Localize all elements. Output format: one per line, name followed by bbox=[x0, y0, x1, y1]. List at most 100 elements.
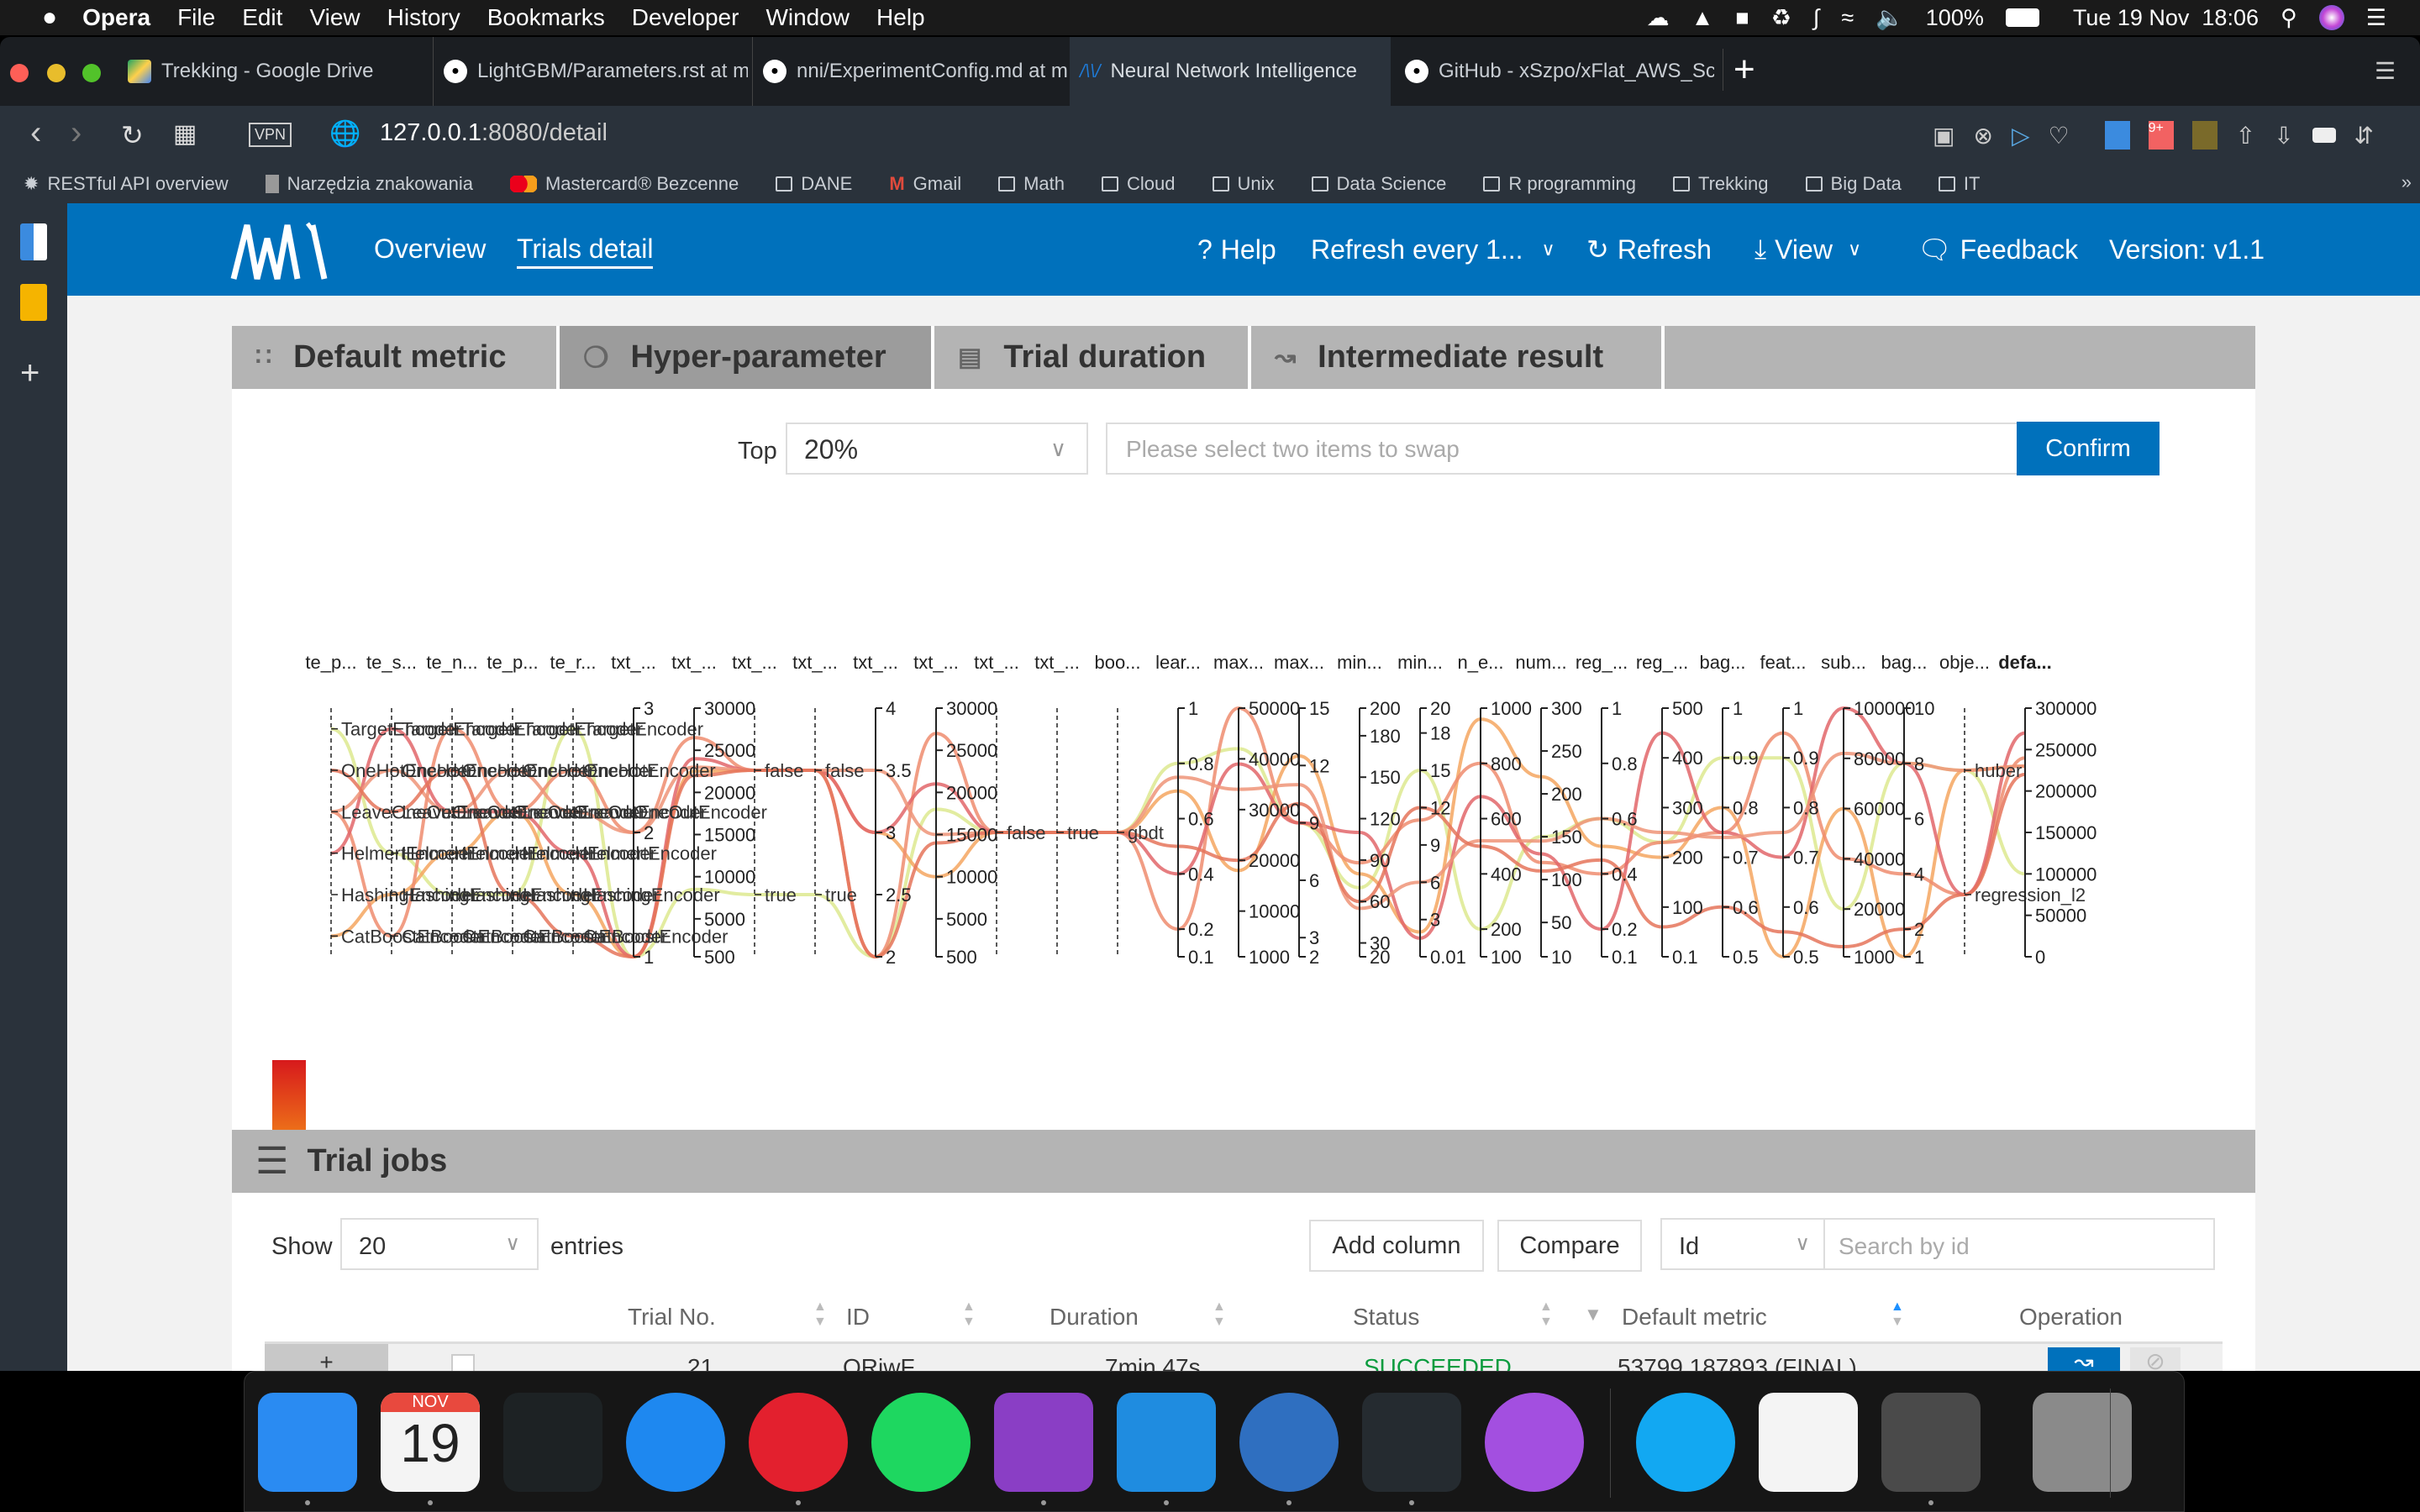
bookmark-folder[interactable]: Trekking bbox=[1672, 173, 1769, 195]
column-default-metric[interactable]: Default metric bbox=[1622, 1304, 1767, 1331]
siri-icon[interactable] bbox=[2318, 5, 2344, 30]
nordvpn-icon[interactable] bbox=[1239, 1393, 1339, 1492]
swap-items-input[interactable]: Please select two items to swap bbox=[1106, 423, 2022, 475]
snapshot-icon[interactable]: ▣ bbox=[1933, 122, 1954, 150]
bookmark[interactable]: ✹ RESTful API overview bbox=[24, 173, 229, 195]
docker-status-icon[interactable]: ■ bbox=[1735, 5, 1749, 31]
sort-icon[interactable]: ▲ ▼ bbox=[962, 1299, 976, 1330]
bookmark[interactable]: Narzędzia znakowania bbox=[265, 173, 473, 195]
nav-trials-detail[interactable]: Trials detail bbox=[517, 234, 654, 269]
adblock-icon[interactable]: ⊗ bbox=[1973, 122, 1992, 150]
bookmark-folder[interactable]: Math bbox=[998, 173, 1065, 195]
search-field-select[interactable]: Id ∨ bbox=[1660, 1218, 1825, 1270]
cloud-icon[interactable]: ☁ bbox=[1647, 5, 1670, 31]
translate-extension-icon[interactable] bbox=[2104, 121, 2130, 150]
menu-developer[interactable]: Developer bbox=[632, 4, 739, 31]
row-checkbox[interactable] bbox=[451, 1354, 475, 1371]
reload-button[interactable]: ↻ bbox=[121, 119, 144, 151]
feedback-link[interactable]: 🗨 Feedback bbox=[1918, 203, 2078, 296]
tab-intermediate-result[interactable]: ↝ Intermediate result bbox=[1251, 326, 1661, 389]
nav-overview[interactable]: Overview bbox=[374, 234, 486, 265]
apple-icon[interactable]: ● bbox=[42, 3, 57, 32]
bookmark-folder[interactable]: Data Science bbox=[1311, 173, 1446, 195]
bluetooth-icon[interactable]: ∫ bbox=[1813, 5, 1819, 31]
bookmark-folder[interactable]: R programming bbox=[1483, 173, 1636, 195]
add-sidebar-button[interactable]: + bbox=[20, 354, 39, 392]
new-tab-button[interactable]: + bbox=[1723, 49, 1755, 91]
badge-extension-icon[interactable]: 9+ bbox=[2148, 121, 2174, 150]
bookmark-folder[interactable]: DANE bbox=[776, 173, 852, 195]
bookmark-folder[interactable]: Big Data bbox=[1805, 173, 1902, 195]
url-field[interactable]: 127.0.0.1:8080/detail bbox=[380, 119, 608, 147]
calendar-icon[interactable]: NOV 19 bbox=[381, 1393, 480, 1492]
textedit-icon[interactable] bbox=[1759, 1393, 1858, 1492]
trash-icon[interactable] bbox=[2033, 1393, 2132, 1492]
view-dropdown[interactable]: ⤓ View ∨ bbox=[1754, 203, 1861, 296]
maximize-window-button[interactable] bbox=[82, 64, 101, 82]
browser-tab[interactable]: ● GitHub - xSzpo/xFlat_AWS_Sc bbox=[1395, 37, 1714, 106]
sync-icon[interactable]: ♻ bbox=[1771, 5, 1791, 31]
keep-sidebar-icon[interactable] bbox=[20, 284, 47, 321]
activity-monitor-icon[interactable] bbox=[503, 1393, 602, 1492]
browser-tab-active[interactable]: /\\/ Neural Network Intelligence bbox=[1070, 37, 1391, 106]
menu-edit[interactable]: Edit bbox=[242, 4, 282, 31]
safari-icon[interactable] bbox=[626, 1393, 725, 1492]
browser-tab[interactable]: ● nni/ExperimentConfig.md at m bbox=[752, 37, 1067, 106]
minimize-window-button[interactable] bbox=[47, 64, 66, 82]
easy-setup-icon[interactable]: ⇵ bbox=[2354, 122, 2374, 150]
onenote-icon[interactable] bbox=[994, 1393, 1093, 1492]
share-icon[interactable]: ⇧ bbox=[2236, 122, 2255, 150]
bookmark-folder[interactable]: Unix bbox=[1212, 173, 1275, 195]
battery-saver-icon[interactable] bbox=[2312, 128, 2336, 143]
podcasts-icon[interactable] bbox=[1485, 1393, 1584, 1492]
vscode-icon[interactable] bbox=[1117, 1393, 1216, 1492]
tab-menu-icon[interactable]: ☰ bbox=[2375, 57, 2396, 85]
refresh-interval-dropdown[interactable]: Refresh every 1... ∨ bbox=[1311, 203, 1555, 296]
forward-button[interactable]: › bbox=[71, 114, 82, 152]
search-input[interactable]: Search by id bbox=[1823, 1218, 2215, 1270]
battery-icon[interactable] bbox=[2005, 8, 2039, 27]
finder-icon[interactable] bbox=[258, 1393, 357, 1492]
menu-app-name[interactable]: Opera bbox=[82, 4, 150, 31]
column-duration[interactable]: Duration bbox=[1050, 1304, 1139, 1331]
menu-history[interactable]: History bbox=[387, 4, 460, 31]
flow-icon[interactable]: ▷ bbox=[2012, 122, 2030, 150]
column-id[interactable]: ID bbox=[846, 1304, 870, 1331]
sort-icon[interactable]: ▲ ▼ bbox=[813, 1299, 827, 1330]
clock[interactable]: Tue 19 Nov 18:06 bbox=[2073, 5, 2259, 31]
bookmark-folder[interactable]: Cloud bbox=[1102, 173, 1176, 195]
wifi-icon[interactable]: ≈ bbox=[1841, 5, 1854, 31]
table-row[interactable]: + 21 QRiwF 7min 47s SUCCEEDED 53799.1878… bbox=[265, 1344, 2223, 1371]
menu-window[interactable]: Window bbox=[765, 4, 850, 31]
download-icon[interactable]: ⇩ bbox=[2274, 122, 2293, 150]
battery-percent[interactable]: 100% bbox=[1926, 5, 1984, 31]
menu-file[interactable]: File bbox=[177, 4, 215, 31]
tab-hyper-parameter[interactable]: ❍ Hyper-parameter bbox=[560, 326, 931, 389]
volume-icon[interactable]: 🔈 bbox=[1876, 4, 1904, 31]
column-trial-no[interactable]: Trial No. bbox=[628, 1304, 716, 1331]
nordvpn-status-icon[interactable]: ▲ bbox=[1691, 5, 1714, 31]
expand-row-button[interactable]: + bbox=[265, 1344, 388, 1371]
translate-sidebar-icon[interactable] bbox=[20, 223, 47, 260]
kill-trial-button[interactable]: ⊘ bbox=[2130, 1347, 2181, 1371]
browser-tab[interactable]: Trekking - Google Drive bbox=[118, 37, 429, 106]
heart-icon[interactable]: ♡ bbox=[2048, 122, 2069, 150]
tab-default-metric[interactable]: ∷ Default metric bbox=[232, 326, 556, 389]
more-bookmarks-icon[interactable]: » bbox=[2402, 171, 2412, 193]
add-column-button[interactable]: Add column bbox=[1309, 1220, 1484, 1272]
top-percent-select[interactable]: 20% ∨ bbox=[786, 423, 1088, 475]
filter-icon[interactable]: ▼ bbox=[1584, 1304, 1602, 1326]
compare-button[interactable]: Compare bbox=[1497, 1220, 1642, 1272]
browser-tab[interactable]: ● LightGBM/Parameters.rst at m bbox=[433, 37, 748, 106]
spotlight-search-icon[interactable]: ⚲ bbox=[2281, 5, 2297, 31]
help-link[interactable]: ? Help bbox=[1197, 203, 1276, 296]
menu-view[interactable]: View bbox=[309, 4, 360, 31]
bookmark[interactable]: M Gmail bbox=[889, 173, 961, 195]
column-status[interactable]: Status bbox=[1353, 1304, 1419, 1331]
sort-icon-active[interactable]: ▲ ▼ bbox=[1891, 1299, 1904, 1330]
spotify-icon[interactable] bbox=[871, 1393, 971, 1492]
back-button[interactable]: ‹ bbox=[30, 114, 41, 152]
bookmark[interactable]: Mastercard® Bezcenne bbox=[509, 173, 739, 195]
menu-bookmarks[interactable]: Bookmarks bbox=[487, 4, 605, 31]
refresh-button[interactable]: ↻ Refresh bbox=[1586, 203, 1712, 296]
